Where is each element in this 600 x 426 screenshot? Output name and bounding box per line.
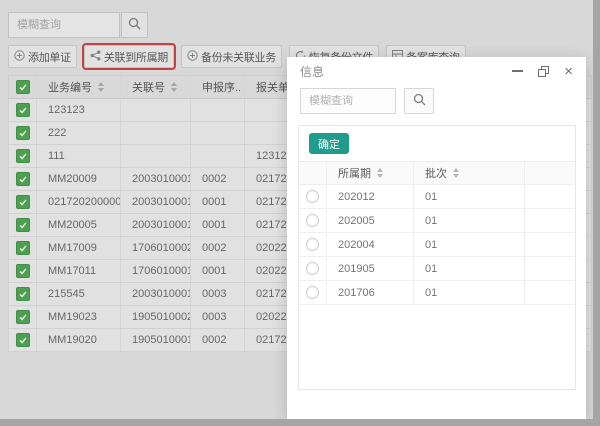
cell-batch: 01 [414,185,525,208]
modal-table-row[interactable]: 201706 01 [299,281,575,305]
column-header-batch[interactable]: 批次 [414,162,525,184]
cell-period: 202004 [327,233,414,256]
modal-search-input[interactable] [300,88,396,114]
cell-spacer [525,233,575,256]
cell-spacer [525,281,575,304]
bottom-edge-strip [0,419,600,426]
row-radio[interactable] [306,190,319,203]
sort-icon[interactable] [453,168,459,178]
close-icon[interactable]: × [564,66,573,77]
modal-header: 信息 × [287,57,586,85]
info-modal: 信息 × 确定 所属期 [287,57,586,419]
sort-icon[interactable] [377,168,383,178]
modal-table-row[interactable]: 202004 01 [299,233,575,257]
modal-table-row[interactable]: 202012 01 [299,185,575,209]
cell-batch: 01 [414,233,525,256]
modal-table-row[interactable]: 201905 01 [299,257,575,281]
row-radio[interactable] [306,214,319,227]
cell-period: 201706 [327,281,414,304]
modal-search-row [300,88,434,114]
modal-title: 信息 [300,63,324,80]
window-controls: × [512,66,573,77]
minimize-icon[interactable] [512,70,523,72]
modal-content-box: 确定 所属期 批次 202012 01 202005 [298,125,576,390]
modal-search-button[interactable] [404,88,434,114]
modal-table-row[interactable]: 202005 01 [299,209,575,233]
row-radio[interactable] [306,238,319,251]
restore-icon[interactable] [538,66,549,77]
confirm-button[interactable]: 确定 [309,133,349,154]
cell-batch: 01 [414,209,525,232]
cell-batch: 01 [414,257,525,280]
modal-table-body: 202012 01 202005 01 202004 01 201905 01 … [299,185,575,305]
column-header-period[interactable]: 所属期 [327,162,414,184]
right-edge-strip [593,0,600,426]
cell-period: 202012 [327,185,414,208]
cell-period: 201905 [327,257,414,280]
search-icon [413,93,426,109]
radio-column-header [299,162,327,184]
row-radio[interactable] [306,262,319,275]
cell-spacer [525,209,575,232]
column-header-spacer [525,162,575,184]
cell-batch: 01 [414,281,525,304]
cell-spacer [525,185,575,208]
cell-spacer [525,257,575,280]
cell-period: 202005 [327,209,414,232]
row-radio[interactable] [306,286,319,299]
screen: 添加单证 关联到所属期 备份未关联业务 恢复备份文件 [0,0,600,426]
modal-table-header: 所属期 批次 [299,161,575,185]
